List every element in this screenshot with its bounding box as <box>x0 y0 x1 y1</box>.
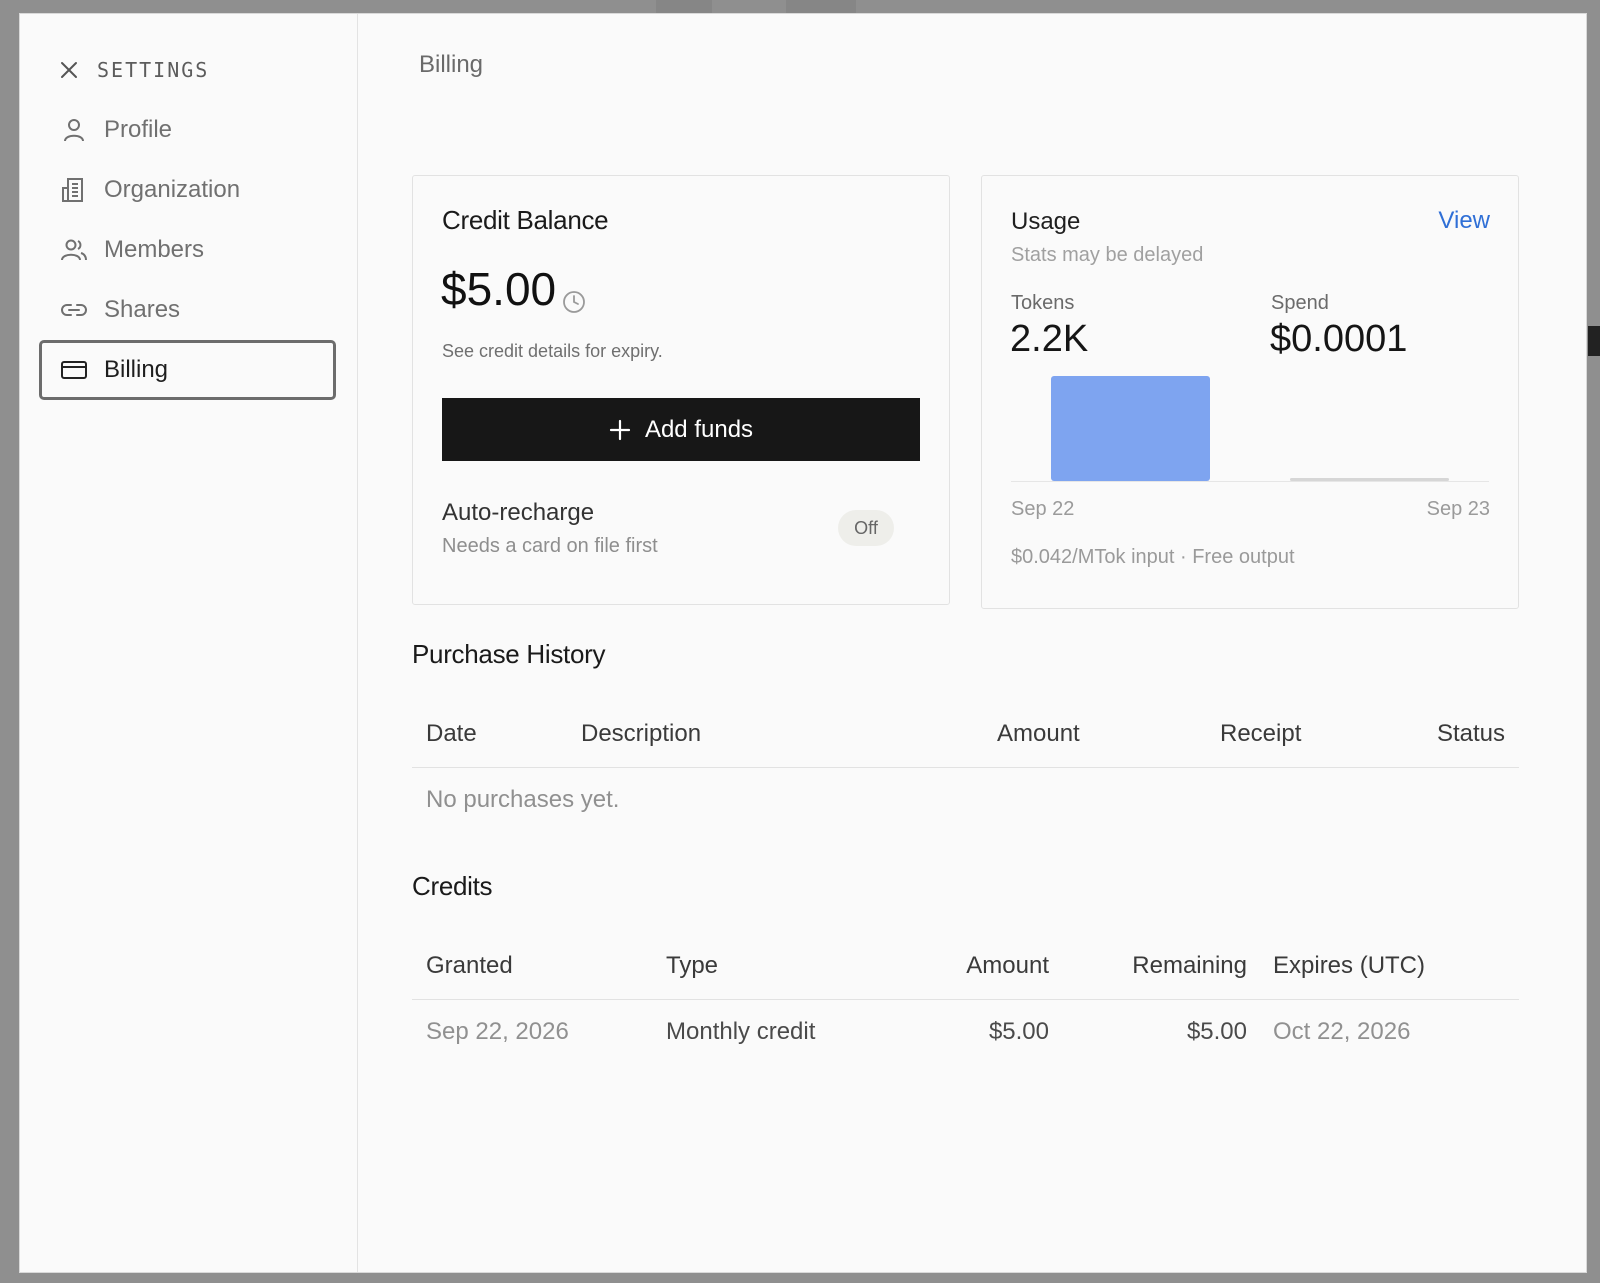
backdrop-tab <box>656 0 712 14</box>
table-row: Sep 22, 2026 Monthly credit $5.00 $5.00 … <box>412 1000 1519 1064</box>
sidebar-item-organization[interactable]: Organization <box>39 160 336 220</box>
tokens-label: Tokens <box>1011 292 1075 314</box>
sidebar-item-label: Profile <box>104 116 173 143</box>
credit-type: Monthly credit <box>666 1018 816 1045</box>
auto-recharge-toggle[interactable]: Off <box>838 510 894 546</box>
credit-granted-date: Sep 22, 2026 <box>426 1018 569 1045</box>
credit-balance-amount: $5.00 <box>441 263 557 315</box>
spend-label: Spend <box>1271 292 1329 314</box>
credit-amount: $5.00 <box>988 1018 1049 1045</box>
clock-icon[interactable] <box>562 290 586 314</box>
backdrop-edge <box>1588 326 1600 356</box>
sidebar-item-label: Organization <box>104 176 241 203</box>
sidebar-item-label: Shares <box>104 296 181 323</box>
users-icon <box>61 239 87 261</box>
column-header-remaining: Remaining <box>1132 951 1247 979</box>
credit-balance-card: Credit Balance $5.00 See credit details … <box>412 175 950 605</box>
sidebar-header: SETTINGS <box>57 46 209 94</box>
sidebar-nav: Profile Organization Members Shares Bill… <box>39 100 336 400</box>
column-header-granted: Granted <box>426 951 513 979</box>
empty-message: No purchases yet. <box>426 786 620 813</box>
sidebar-item-label: Billing <box>104 356 169 383</box>
column-header-expires: Expires (UTC) <box>1273 951 1426 979</box>
x-tick-label: Sep 23 <box>1426 498 1490 520</box>
spend-value: $0.0001 <box>1270 318 1408 360</box>
credit-balance-amount-row: $5.00 <box>441 262 586 316</box>
sidebar-item-label: Members <box>104 236 205 263</box>
column-header-amount: Amount <box>997 719 1080 747</box>
column-header-receipt: Receipt <box>1220 719 1302 747</box>
x-tick-label: Sep 22 <box>1011 498 1075 520</box>
sidebar-item-shares[interactable]: Shares <box>39 280 336 340</box>
usage-chart <box>1011 376 1489 496</box>
sidebar-title: SETTINGS <box>97 58 210 82</box>
sidebar-item-members[interactable]: Members <box>39 220 336 280</box>
auto-recharge-subtitle: Needs a card on file first <box>442 535 658 557</box>
close-icon <box>61 62 77 78</box>
credit-expires-date: Oct 22, 2026 <box>1273 1018 1411 1045</box>
credit-card-icon <box>61 361 87 379</box>
link-icon <box>61 304 87 316</box>
billing-content: Billing Credit Balance $5.00 See credit … <box>358 14 1586 1272</box>
credits-table: Granted Type Amount Remaining Expires (U… <box>412 932 1519 1064</box>
usage-subtitle: Stats may be delayed <box>1011 244 1204 266</box>
column-header-date: Date <box>426 719 477 747</box>
add-funds-label: Add funds <box>644 415 754 443</box>
usage-bar-sep-22[interactable] <box>1051 376 1210 481</box>
credits-title: Credits <box>412 871 493 901</box>
user-icon <box>64 119 84 142</box>
sidebar-item-profile[interactable]: Profile <box>39 100 336 160</box>
credit-remaining: $5.00 <box>1186 1018 1247 1045</box>
table-header: Date Description Amount Receipt Status <box>412 700 1519 768</box>
close-button[interactable] <box>57 58 81 82</box>
settings-modal: SETTINGS Profile Organization Members Sh… <box>19 13 1587 1273</box>
settings-sidebar: SETTINGS Profile Organization Members Sh… <box>20 14 358 1272</box>
column-header-description: Description <box>581 719 702 747</box>
usage-chart-svg <box>1011 376 1489 482</box>
purchase-history-title: Purchase History <box>412 639 606 669</box>
table-header: Granted Type Amount Remaining Expires (U… <box>412 932 1519 1000</box>
column-header-amount: Amount <box>966 951 1049 979</box>
backdrop-tab <box>786 0 856 14</box>
usage-card: Usage View Stats may be delayed Tokens 2… <box>981 175 1519 609</box>
credit-expiry-note: See credit details for expiry. <box>442 341 663 361</box>
auto-recharge-title: Auto-recharge <box>442 499 595 526</box>
plus-icon <box>609 419 631 440</box>
tokens-value: 2.2K <box>1010 318 1089 360</box>
building-icon <box>62 178 83 202</box>
add-funds-button[interactable]: Add funds <box>442 398 920 461</box>
usage-bar-sep-23[interactable] <box>1290 478 1449 481</box>
empty-row: No purchases yet. <box>412 768 1519 832</box>
purchase-history-table: Date Description Amount Receipt Status N… <box>412 700 1519 832</box>
usage-title: Usage <box>1011 208 1081 235</box>
page-title: Billing <box>419 51 484 78</box>
sidebar-item-billing[interactable]: Billing <box>39 340 336 400</box>
usage-view-link[interactable]: View <box>1438 207 1490 235</box>
credit-balance-title: Credit Balance <box>442 205 609 235</box>
column-header-type: Type <box>666 951 719 979</box>
usage-price-note: $0.042/MTok input · Free output <box>1011 546 1295 568</box>
column-header-status: Status <box>1436 719 1505 747</box>
